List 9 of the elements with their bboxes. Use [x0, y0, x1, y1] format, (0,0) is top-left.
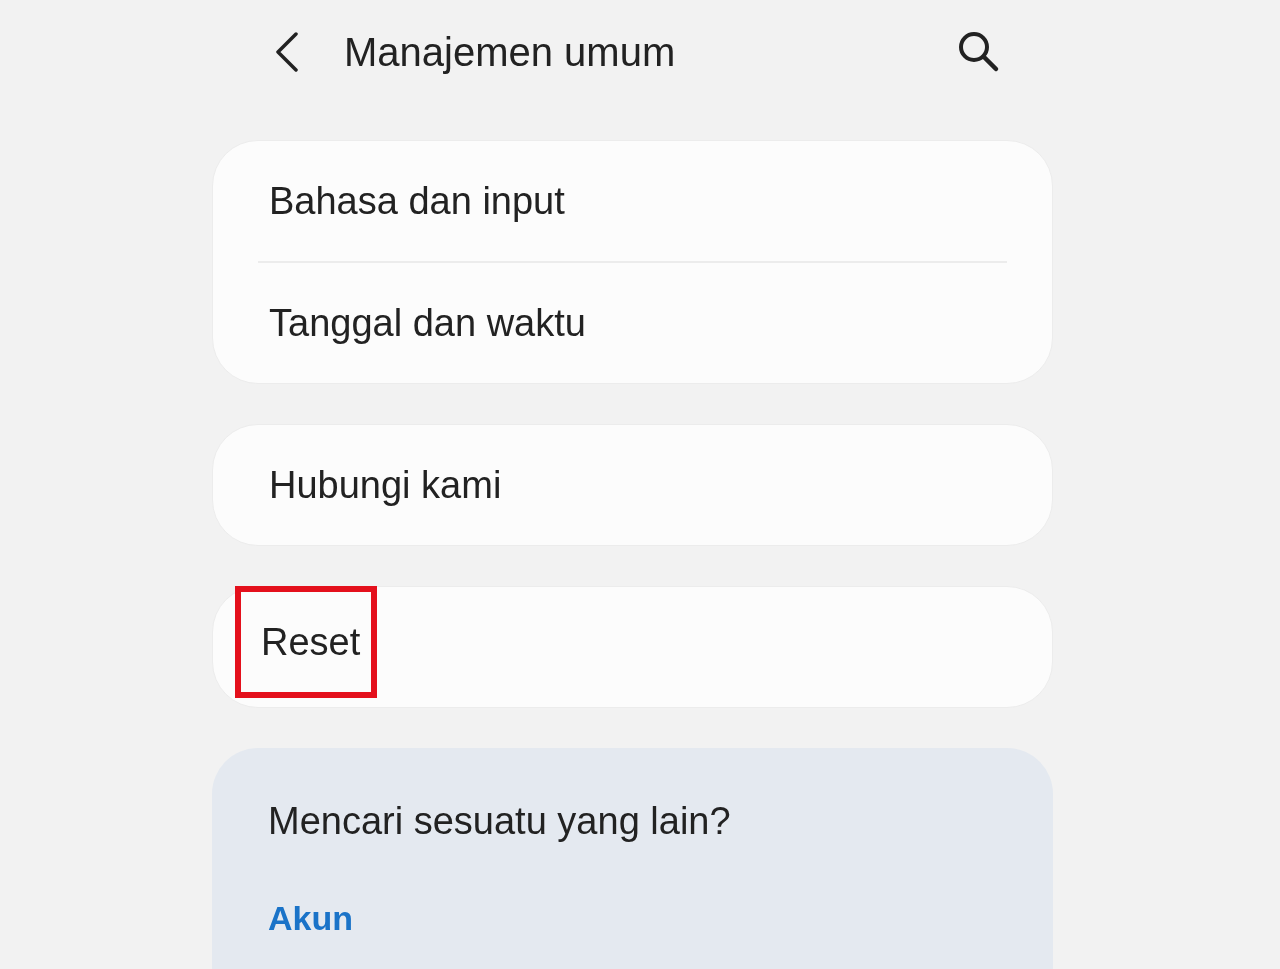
settings-item[interactable]: Tanggal dan waktu — [258, 297, 597, 349]
back-icon[interactable] — [274, 32, 300, 72]
settings-item[interactable]: Hubungi kami — [258, 459, 513, 511]
suggestion-title: Mencari sesuatu yang lain? — [268, 800, 731, 843]
settings-item[interactable]: Reset — [235, 586, 378, 698]
search-icon[interactable] — [956, 29, 1000, 73]
suggestion-link[interactable]: Akun — [268, 899, 353, 938]
settings-item[interactable]: Bahasa dan input — [258, 175, 576, 227]
screen-title: Manajemen umum — [344, 29, 676, 75]
